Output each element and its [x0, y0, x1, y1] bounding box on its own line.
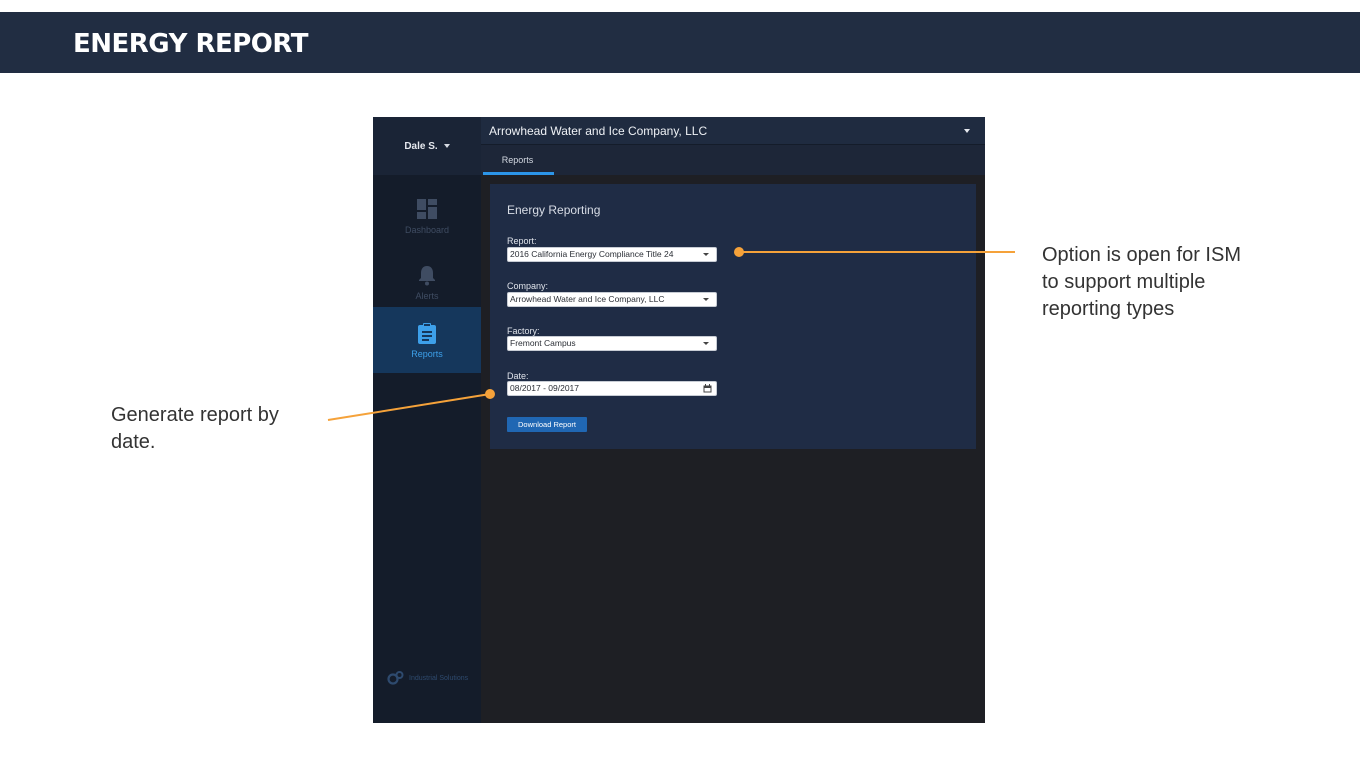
callout-connector-right	[734, 247, 1015, 257]
callout-lines	[327, 247, 1015, 421]
slide: ENERGY REPORT Dale S. Dashboard Alerts R…	[0, 0, 1360, 763]
annotation-date-report: Generate report by date.	[111, 404, 279, 453]
annotation-reporting-types: Option is open for ISM to support multip…	[1042, 244, 1241, 320]
callout-connector-left	[327, 389, 495, 421]
